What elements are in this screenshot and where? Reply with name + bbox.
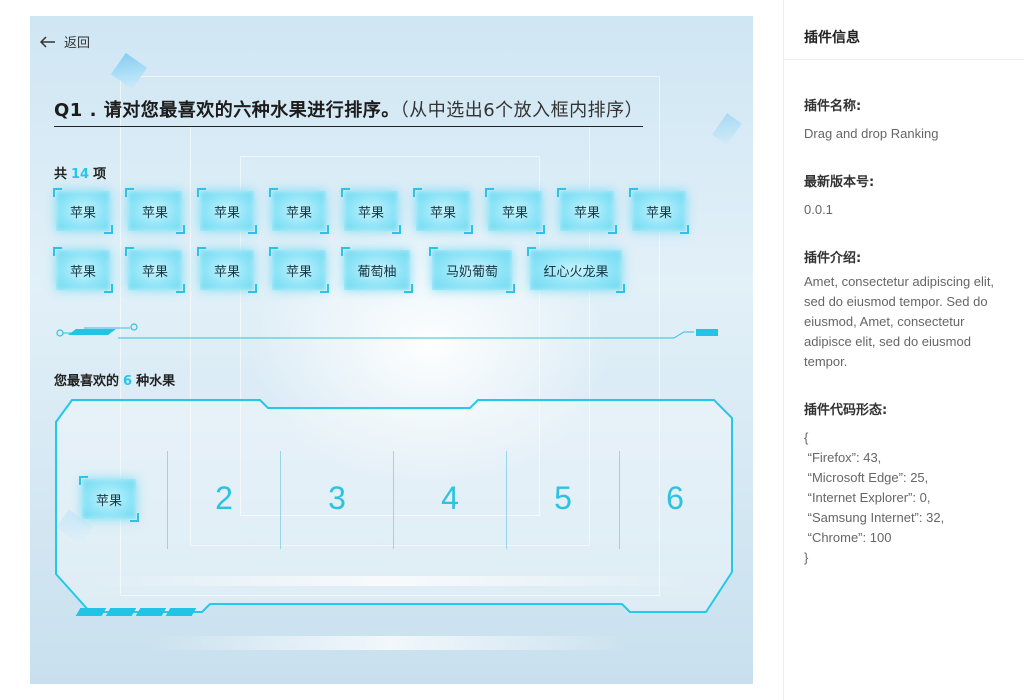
arrow-left-icon xyxy=(40,35,55,48)
code-line: “Firefox”: 43, xyxy=(804,450,882,465)
option-chip[interactable]: 马奶葡萄 xyxy=(429,247,515,293)
crystal-shard xyxy=(712,113,742,145)
option-chip[interactable]: 苹果 xyxy=(125,247,185,293)
section-divider xyxy=(56,323,718,339)
ranked-item-1[interactable]: 苹果 xyxy=(79,476,139,522)
code-label: 插件代码形态: xyxy=(804,403,888,418)
question-title: Q1 . 请对您最喜欢的六种水果进行排序。（从中选出6个放入框内排序） xyxy=(54,96,644,127)
rank-slot-5[interactable]: 5 xyxy=(507,448,619,548)
code-sample: { “Firefox”: 43, “Microsoft Edge”: 25, “… xyxy=(804,428,1004,568)
light-beam xyxy=(150,636,630,650)
ranking-label-suffix: 种水果 xyxy=(136,374,176,389)
option-chip[interactable]: 苹果 xyxy=(629,188,689,234)
option-chip[interactable]: 苹果 xyxy=(557,188,617,234)
ranking-label-prefix: 您最喜欢的 xyxy=(54,374,120,389)
code-line: } xyxy=(804,550,809,565)
option-chip[interactable]: 苹果 xyxy=(53,188,113,234)
code-line: “Microsoft Edge”: 25, xyxy=(804,470,929,485)
code-line: “Samsung Internet”: 32, xyxy=(804,510,945,525)
plugin-name-label: 插件名称: xyxy=(804,99,862,114)
option-chip[interactable]: 苹果 xyxy=(413,188,473,234)
back-label: 返回 xyxy=(64,36,91,51)
pool-count: 共 14 项 xyxy=(54,163,106,182)
decor-stripes xyxy=(75,608,197,616)
option-chip[interactable]: 苹果 xyxy=(197,188,257,234)
slot-number: 3 xyxy=(328,479,346,516)
option-chip[interactable]: 苹果 xyxy=(53,247,113,293)
option-chip[interactable]: 苹果 xyxy=(125,188,185,234)
slot-number: 6 xyxy=(666,479,684,516)
survey-stage: 返回 Q1 . 请对您最喜欢的六种水果进行排序。（从中选出6个放入框内排序） 共… xyxy=(30,16,753,684)
intro-value: Amet, consectetur adipiscing elit, sed d… xyxy=(804,274,995,369)
question-text: Q1 . 请对您最喜欢的六种水果进行排序。 xyxy=(54,100,400,121)
option-chip[interactable]: 苹果 xyxy=(341,188,401,234)
plugin-name-value: Drag and drop Ranking xyxy=(804,126,939,141)
plugin-info-panel: 插件信息 插件名称: Drag and drop Ranking 最新版本号: … xyxy=(783,0,1024,700)
pool-count-number: 14 xyxy=(71,167,90,182)
panel-title: 插件信息 xyxy=(784,0,1024,60)
code-line: { xyxy=(804,430,809,445)
version-label: 最新版本号: xyxy=(804,175,875,190)
rank-slot-4[interactable]: 4 xyxy=(394,448,506,548)
slot-number: 2 xyxy=(215,479,233,516)
ranking-label: 您最喜欢的 6 种水果 xyxy=(54,370,175,389)
option-chip[interactable]: 苹果 xyxy=(485,188,545,234)
version-value: 0.0.1 xyxy=(804,202,833,217)
pool-count-suffix: 项 xyxy=(93,167,107,182)
slot-number: 5 xyxy=(554,479,572,516)
question-hint: （从中选出6个放入框内排序） xyxy=(399,100,644,121)
rank-slot-2[interactable]: 2 xyxy=(168,448,280,548)
ranking-count: 6 xyxy=(123,374,133,389)
pool-count-prefix: 共 xyxy=(54,167,68,182)
option-chip[interactable]: 苹果 xyxy=(269,188,329,234)
back-link[interactable]: 返回 xyxy=(40,32,90,51)
code-line: “Internet Explorer”: 0, xyxy=(804,490,931,505)
option-chip[interactable]: 苹果 xyxy=(197,247,257,293)
option-chip[interactable]: 葡萄柚 xyxy=(341,247,413,293)
rank-slot-3[interactable]: 3 xyxy=(281,448,393,548)
intro-label: 插件介绍: xyxy=(804,251,862,266)
option-chip[interactable]: 红心火龙果 xyxy=(527,247,625,293)
slot-number: 4 xyxy=(441,479,459,516)
code-line: “Chrome”: 100 xyxy=(804,530,892,545)
rank-slot-6[interactable]: 6 xyxy=(620,448,730,548)
option-chip[interactable]: 苹果 xyxy=(269,247,329,293)
